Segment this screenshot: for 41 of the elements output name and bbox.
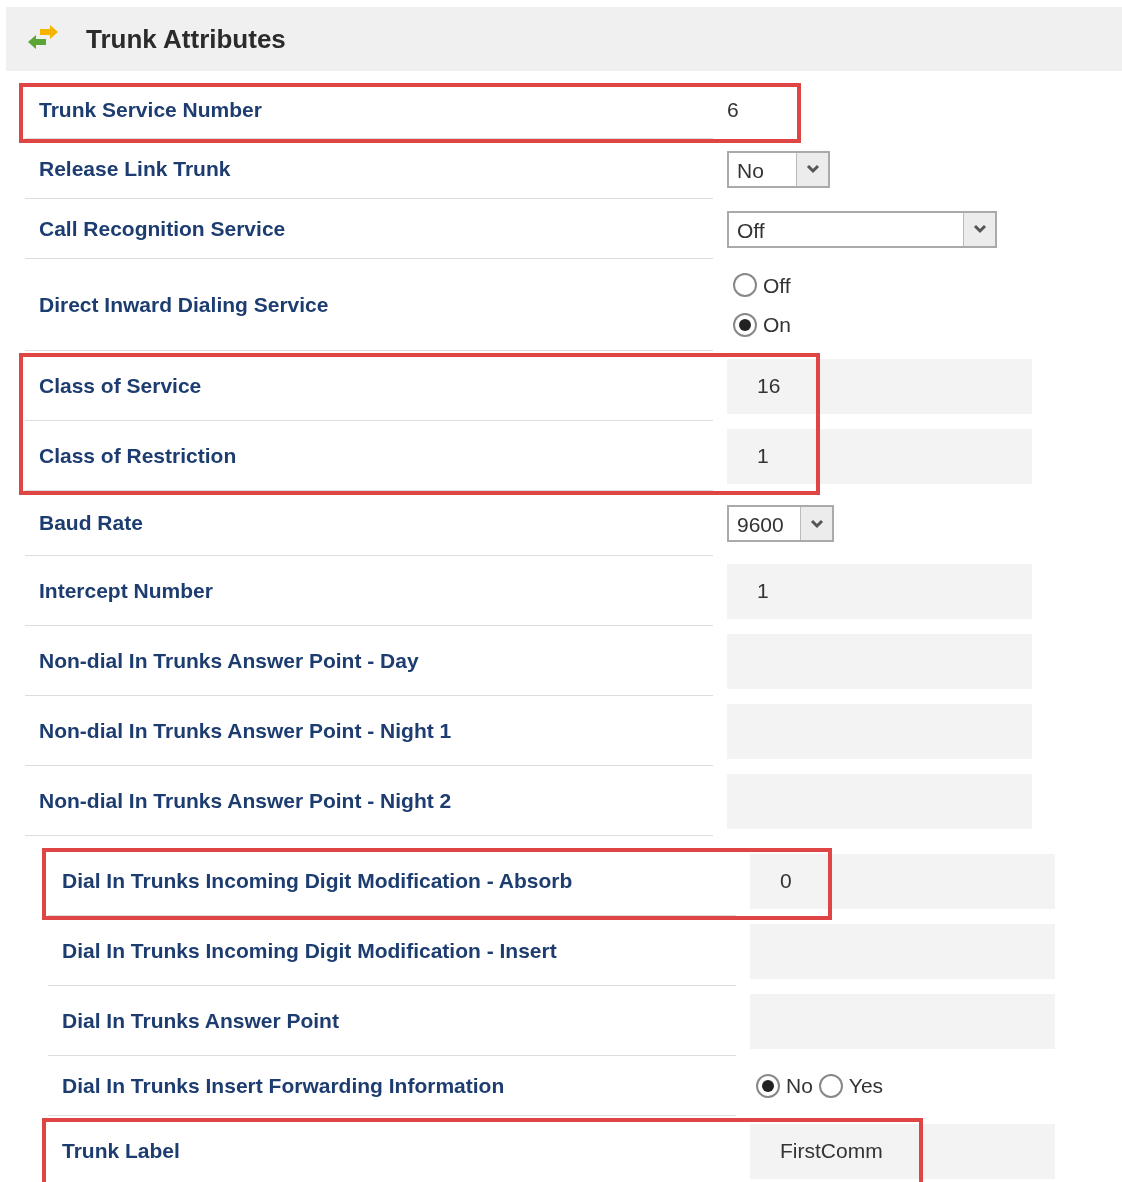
radio-label: No xyxy=(786,1073,813,1100)
field-label: Call Recognition Service xyxy=(25,199,713,259)
field-label: Class of Service xyxy=(25,351,713,421)
radio-option[interactable]: Off xyxy=(733,269,791,301)
dropdown-caret-icon xyxy=(809,518,824,529)
field-label: Baud Rate xyxy=(25,491,713,556)
radio-label: Off xyxy=(763,272,791,299)
field-label: Trunk Label xyxy=(48,1116,736,1182)
radio-button[interactable] xyxy=(733,273,757,298)
field-label: Non-dial In Trunks Answer Point - Day xyxy=(25,626,713,696)
field-label: Direct Inward Dialing Service xyxy=(25,259,713,351)
field-value: 6 xyxy=(727,97,739,124)
field-label: Dial In Trunks Answer Point xyxy=(48,986,736,1056)
input-field[interactable]: 16 xyxy=(727,358,1032,414)
field-label: Non-dial In Trunks Answer Point - Night 1 xyxy=(25,696,713,766)
field-label: Intercept Number xyxy=(25,556,713,626)
dropdown[interactable]: No xyxy=(727,150,830,188)
section-title: Trunk Attributes xyxy=(86,22,286,56)
input-field[interactable]: 0 xyxy=(750,853,1055,909)
field-label: Dial In Trunks Incoming Digit Modification - Insert xyxy=(48,916,736,986)
field-label: Class of Restriction xyxy=(25,421,713,491)
radio-option[interactable]: No xyxy=(756,1070,813,1102)
radio-option[interactable]: Yes xyxy=(818,1070,884,1102)
radio-label: On xyxy=(763,312,791,338)
field-label: Trunk Service Number xyxy=(25,81,713,139)
dropdown-caret-icon xyxy=(805,164,820,174)
input-field[interactable]: 1 xyxy=(727,428,1032,484)
radio-button[interactable] xyxy=(818,1074,843,1098)
radio-option[interactable]: On xyxy=(733,309,791,341)
input-field[interactable]: FirstComm xyxy=(750,1123,1055,1179)
field-label: Non-dial In Trunks Answer Point - Night 2 xyxy=(25,766,713,836)
dropdown[interactable]: 9600 xyxy=(727,505,834,542)
field-label: Release Link Trunk xyxy=(25,139,713,199)
field-label: Dial In Trunks Incoming Digit Modification - Absorb xyxy=(48,846,736,916)
dropdown[interactable]: Off xyxy=(727,210,997,248)
field-label: Dial In Trunks Insert Forwarding Information xyxy=(48,1056,736,1116)
input-field[interactable]: 1 xyxy=(727,563,1032,619)
radio-button[interactable] xyxy=(756,1074,780,1098)
radio-button[interactable] xyxy=(733,312,757,337)
dropdown-caret-icon xyxy=(972,224,987,234)
radio-label: Yes xyxy=(848,1073,884,1100)
